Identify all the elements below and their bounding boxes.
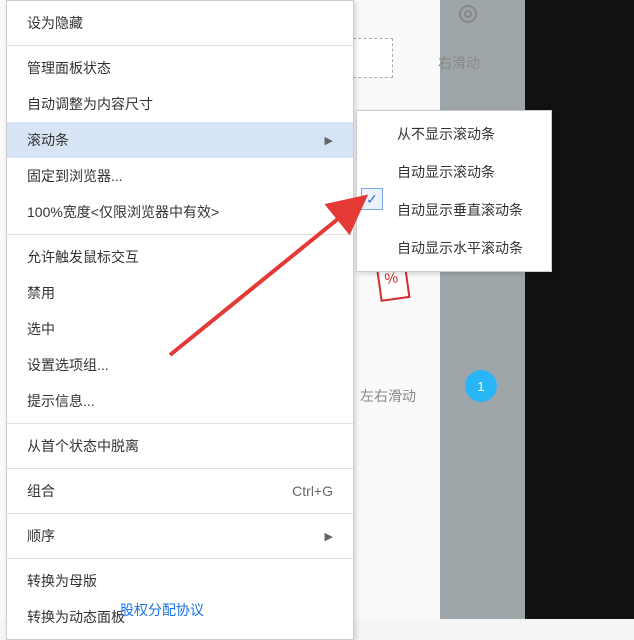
checkmark-icon: ✓ [361,188,383,210]
context-menu: 设为隐藏 管理面板状态 自动调整为内容尺寸 滚动条 ▶ 固定到浏览器... 10… [6,0,354,640]
menu-shortcut: Ctrl+G [292,483,333,499]
menu-separator [7,513,353,514]
submenu-label: 自动显示水平滚动条 [397,240,523,256]
menu-100-width[interactable]: 100%宽度<仅限浏览器中有效> [7,194,353,230]
chevron-right-icon: ▶ [325,134,333,147]
submenu-auto-horizontal[interactable]: 自动显示水平滚动条 [357,229,551,267]
menu-label: 100%宽度<仅限浏览器中有效> [27,202,219,222]
badge-number: 1 [477,379,484,394]
menu-label: 设置选项组... [27,355,109,375]
menu-option-group[interactable]: 设置选项组... [7,347,353,383]
menu-order[interactable]: 顺序 ▶ [7,518,353,554]
menu-separator [7,423,353,424]
menu-convert-master[interactable]: 转换为母版 [7,563,353,599]
background-dashed-box [353,38,393,78]
scrollbar-submenu: 从不显示滚动条 自动显示滚动条 自动显示垂直滚动条 自动显示水平滚动条 [356,110,552,272]
menu-break-away[interactable]: 从首个状态中脱离 [7,428,353,464]
menu-label: 禁用 [27,283,55,303]
submenu-label: 自动显示垂直滚动条 [397,202,523,218]
submenu-auto-show[interactable]: 自动显示滚动条 [357,153,551,191]
slide-label: 左右滑动 [360,386,416,406]
menu-label: 从首个状态中脱离 [27,436,139,456]
menu-pin-browser[interactable]: 固定到浏览器... [7,158,353,194]
slide-label-top: 右滑动 [438,53,480,73]
chevron-right-icon: ▶ [325,530,333,543]
menu-label: 组合 [27,481,55,501]
menu-allow-mouse[interactable]: 允许触发鼠标交互 [7,239,353,275]
submenu-auto-vertical[interactable]: 自动显示垂直滚动条 [357,191,551,229]
menu-separator [7,234,353,235]
menu-label: 自动调整为内容尺寸 [27,94,153,114]
background-dark-strip [524,0,634,619]
menu-label: 滚动条 [27,130,69,150]
menu-separator [7,558,353,559]
bottom-link[interactable]: 股权分配协议 [120,600,204,620]
menu-manage-panel-state[interactable]: 管理面板状态 [7,50,353,86]
submenu-never-show[interactable]: 从不显示滚动条 [357,115,551,153]
submenu-label: 自动显示滚动条 [397,164,495,180]
menu-disable[interactable]: 禁用 [7,275,353,311]
background-gray-panel [440,0,525,619]
menu-label: 管理面板状态 [27,58,111,78]
menu-selected[interactable]: 选中 [7,311,353,347]
menu-tooltip[interactable]: 提示信息... [7,383,353,419]
gear-icon [456,2,480,26]
menu-label: 顺序 [27,526,55,546]
menu-label: 提示信息... [27,391,95,411]
menu-label: 转换为母版 [27,571,97,591]
menu-group[interactable]: 组合 Ctrl+G [7,473,353,509]
menu-separator [7,468,353,469]
menu-label: 设为隐藏 [27,13,83,33]
menu-fit-content[interactable]: 自动调整为内容尺寸 [7,86,353,122]
menu-label: 允许触发鼠标交互 [27,247,139,267]
menu-separator [7,45,353,46]
submenu-label: 从不显示滚动条 [397,126,495,142]
page-badge: 1 [465,370,497,402]
menu-set-hidden[interactable]: 设为隐藏 [7,5,353,41]
menu-label: 选中 [27,319,55,339]
menu-scrollbar[interactable]: 滚动条 ▶ [7,122,353,158]
menu-label: 固定到浏览器... [27,166,123,186]
menu-label: 转换为动态面板 [27,607,125,627]
